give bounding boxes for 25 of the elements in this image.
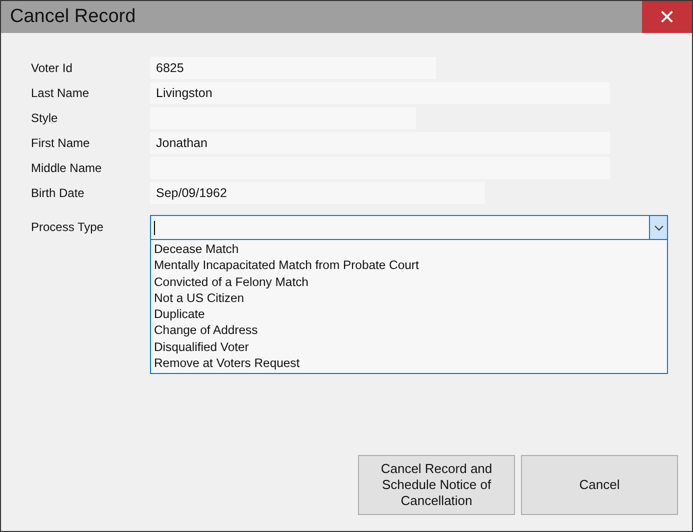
text-field[interactable]: Livingston [150, 82, 610, 104]
field-label: Middle Name [31, 161, 103, 175]
window-title: Cancel Record [9, 6, 136, 28]
process-type-dropdown[interactable] [150, 215, 668, 240]
dropdown-option[interactable]: Not a US Citizen [151, 290, 667, 306]
field-label: Process Type [31, 219, 104, 234]
dropdown-option[interactable]: Remove at Voters Request [151, 355, 667, 372]
field-label: Birth Date [31, 186, 86, 200]
text-field[interactable]: 6825 [150, 57, 436, 79]
text-field[interactable]: Jonathan [150, 132, 610, 154]
dialog-button[interactable]: Cancel Record and Schedule Notice of Cancellation [358, 455, 515, 515]
dropdown-option[interactable]: Disqualified Voter [151, 338, 667, 356]
field-label: Last Name [31, 86, 90, 100]
dialog-button[interactable]: Cancel [521, 455, 678, 515]
dropdown-option[interactable]: Decease Match [151, 241, 667, 258]
close-button[interactable]: ✕ [642, 1, 692, 33]
dropdown-option[interactable]: Mentally Incapacitated Match from Probate Court [151, 257, 667, 274]
field-label: Style [31, 111, 59, 125]
dropdown-option[interactable]: Convicted of a Felony Match [151, 274, 667, 290]
field-label: First Name [31, 136, 91, 150]
text-field[interactable]: Sep/09/1962 [150, 182, 485, 204]
field-label: Voter Id [31, 61, 74, 75]
chevron-down-icon[interactable] [649, 216, 667, 239]
dropdown-option[interactable]: Duplicate [151, 306, 667, 322]
dropdown-option[interactable]: Change of Address [151, 322, 667, 339]
